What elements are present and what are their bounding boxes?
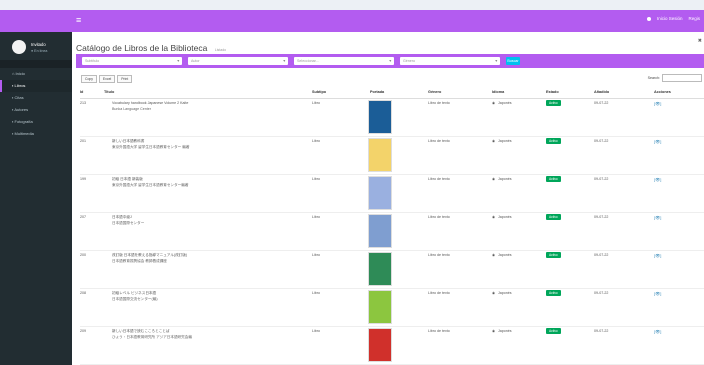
book-cover xyxy=(368,138,392,172)
close-icon[interactable]: ✖ xyxy=(698,38,702,44)
col-id[interactable]: Id xyxy=(80,90,83,94)
chevron-down-icon: ▼ xyxy=(282,59,286,63)
col-actions[interactable]: Acciones xyxy=(654,90,671,94)
table-row: 200 改訂版 日本語を教える指導マニュアル(改訂版) 日本語教育振興協会 教師… xyxy=(80,250,704,289)
excel-button[interactable]: Excel xyxy=(98,75,116,83)
copy-button[interactable]: Copy xyxy=(81,75,97,83)
col-added[interactable]: Añadido xyxy=(594,90,609,94)
status-badge: Activo xyxy=(546,214,561,220)
nav-login[interactable]: Inicio Sesión xyxy=(657,16,683,21)
status-badge: Activo xyxy=(546,100,561,106)
user-panel: Invitado ● En línea xyxy=(12,40,47,54)
page-title: Catálogo de Libros de la Biblioteca xyxy=(76,43,208,53)
eye-icon[interactable]: [👁] xyxy=(654,215,661,220)
col-title[interactable]: Titulo xyxy=(104,90,114,94)
user-status: ● En línea xyxy=(31,48,48,53)
eye-icon[interactable]: [👁] xyxy=(654,253,661,258)
search-button[interactable]: Buscar xyxy=(506,57,520,65)
chevron-down-icon: ▼ xyxy=(388,59,392,63)
hamburger-icon[interactable]: ≡ xyxy=(76,15,81,25)
avatar xyxy=(12,40,26,54)
sidebar: Invitado ● En línea ⌂ Inicio ▪ Libros ▪ … xyxy=(0,32,72,365)
subtitle-select[interactable]: Subtítulo ▼ xyxy=(82,57,182,65)
book-cover xyxy=(368,214,392,248)
category-select[interactable]: Seleccionar... ▼ xyxy=(294,57,394,65)
status-badge: Activo xyxy=(546,138,561,144)
book-cover xyxy=(368,176,392,210)
eye-icon[interactable]: [👁] xyxy=(654,329,661,334)
chevron-down-icon: ▼ xyxy=(176,59,180,63)
book-cover xyxy=(368,100,392,134)
col-status[interactable]: Estado xyxy=(546,90,559,94)
table-search: Search: xyxy=(648,74,702,82)
col-subtype[interactable]: Subtipo xyxy=(312,90,326,94)
chevron-down-icon: ▼ xyxy=(494,59,498,63)
genre-select[interactable]: Género ▼ xyxy=(400,57,500,65)
sidebar-item-autores[interactable]: ▪ Autores xyxy=(0,104,72,116)
globe-icon: ◉ xyxy=(492,291,496,295)
eye-icon[interactable]: [👁] xyxy=(654,291,661,296)
nav-register[interactable]: Regis xyxy=(688,16,700,21)
filter-bar: Subtítulo ▼ Autor ▼ Seleccionar... ▼ Género… xyxy=(76,54,704,68)
sidebar-item-inicio[interactable]: ⌂ Inicio xyxy=(0,68,72,80)
sidebar-item-multimedia[interactable]: ▪ Multimedia xyxy=(0,128,72,140)
eye-icon[interactable]: [👁] xyxy=(654,101,661,106)
status-badge: Activo xyxy=(546,290,561,296)
book-cover xyxy=(368,328,392,362)
main-content: Catálogo de Libros de la Biblioteca List… xyxy=(72,32,704,365)
sidebar-separator xyxy=(0,60,72,68)
col-cover[interactable]: Portada xyxy=(370,90,384,94)
user-name: Invitado xyxy=(31,41,46,47)
table-row: 213 Vocabulary handbook Japanese Volume … xyxy=(80,98,704,137)
table-row: 199 初級 日本語 新装版 東京外国語大学 留学生日本語教育センター編著 Li… xyxy=(80,174,704,213)
sidebar-menu: ⌂ Inicio ▪ Libros ▪ Citas ▪ Autores ▪ Fo… xyxy=(0,68,72,140)
globe-icon: ◉ xyxy=(492,139,496,143)
table-row: 201 新しい日本語教科書 東京外国語大学 留学生日本語教育センター 編著 Li… xyxy=(80,136,704,175)
table-row: 208 初級レベル ビジネス日本語 日本語国際交流センター(編) Libro L… xyxy=(80,288,704,327)
sidebar-item-fotografia[interactable]: ▪ Fotografía xyxy=(0,116,72,128)
eye-icon[interactable]: [👁] xyxy=(654,177,661,182)
print-button[interactable]: Print xyxy=(117,75,133,83)
table-row: 209 新しい日本語で読むこころとことば ひょう・日本語教育研究所 アジア日本語… xyxy=(80,326,704,365)
export-buttons: Copy Excel Print xyxy=(81,75,133,83)
book-cover xyxy=(368,290,392,324)
col-language[interactable]: Idioma xyxy=(492,90,504,94)
status-badge: Activo xyxy=(546,176,561,182)
eye-icon[interactable]: [👁] xyxy=(654,139,661,144)
globe-icon: ◉ xyxy=(492,253,496,257)
status-badge: Activo xyxy=(546,328,561,334)
user-icon xyxy=(646,16,651,21)
col-genre[interactable]: Género xyxy=(428,90,441,94)
table-row: 207 日本語中級J 日本語国際センター Libro Libro de text… xyxy=(80,212,704,251)
sidebar-item-citas[interactable]: ▪ Citas xyxy=(0,92,72,104)
top-navbar: ≡ Inicio Sesión Regis xyxy=(0,10,704,32)
page-subtitle: Listado xyxy=(214,48,227,52)
sidebar-item-libros[interactable]: ▪ Libros xyxy=(0,80,72,92)
book-cover xyxy=(368,252,392,286)
globe-icon: ◉ xyxy=(492,101,496,105)
globe-icon: ◉ xyxy=(492,329,496,333)
globe-icon: ◉ xyxy=(492,177,496,181)
status-badge: Activo xyxy=(546,252,561,258)
globe-icon: ◉ xyxy=(492,215,496,219)
author-select[interactable]: Autor ▼ xyxy=(188,57,288,65)
search-input[interactable] xyxy=(662,74,702,82)
